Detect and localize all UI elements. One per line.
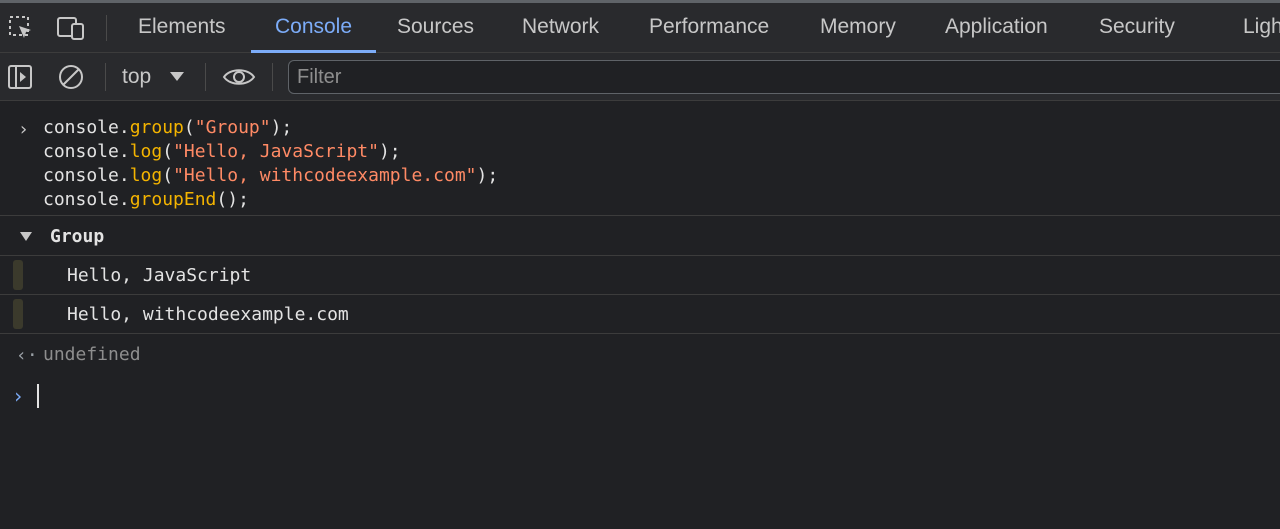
eye-icon[interactable] (222, 62, 256, 92)
tab-console[interactable]: Console (251, 3, 376, 53)
device-toolbar-icon[interactable] (56, 13, 86, 43)
text-caret (37, 384, 39, 408)
inspect-element-icon[interactable] (6, 13, 36, 43)
tab-elements[interactable]: Elements (126, 3, 238, 53)
filter-input[interactable] (288, 60, 1280, 94)
log-text: Hello, JavaScript (67, 265, 252, 286)
toolbar-separator (105, 63, 106, 91)
console-input-entry: › console.group("Group"); console.log("H… (0, 113, 1280, 216)
code-line: console.group("Group"); (43, 117, 293, 138)
code-line: console.groupEnd(); (43, 189, 249, 210)
console-toolbar: top (0, 53, 1280, 101)
tab-security[interactable]: Security (1087, 3, 1187, 53)
tab-network[interactable]: Network (510, 3, 611, 53)
tab-sources[interactable]: Sources (385, 3, 486, 53)
expand-triangle-icon[interactable] (20, 232, 32, 241)
group-indent-marker (13, 299, 23, 329)
log-text: Hello, withcodeexample.com (67, 304, 349, 325)
result-value: undefined (43, 344, 141, 365)
console-prompt[interactable]: › (0, 380, 1280, 414)
clear-console-icon[interactable] (56, 62, 86, 92)
chevron-right-icon: › (18, 119, 29, 140)
tabbar-separator (106, 15, 107, 41)
tab-performance[interactable]: Performance (637, 3, 781, 53)
tab-lighthouse[interactable]: Ligh (1231, 3, 1280, 53)
toolbar-separator (272, 63, 273, 91)
prompt-chevron-icon: › (12, 384, 25, 408)
return-arrow-icon: ‹· (16, 345, 38, 366)
devtools-tabbar: Elements Console Sources Network Perform… (0, 3, 1280, 53)
chevron-down-icon[interactable] (170, 72, 184, 81)
group-label: Group (50, 226, 105, 247)
toolbar-separator (205, 63, 206, 91)
tab-memory[interactable]: Memory (808, 3, 908, 53)
code-line: console.log("Hello, withcodeexample.com"… (43, 165, 499, 186)
group-indent-marker (13, 260, 23, 290)
sidebar-toggle-icon[interactable] (5, 62, 35, 92)
console-result: ‹· undefined (0, 337, 1280, 375)
log-message: Hello, withcodeexample.com (0, 295, 1280, 334)
log-message: Hello, JavaScript (0, 256, 1280, 295)
console-group-header[interactable]: Group (0, 217, 1280, 256)
context-selector[interactable]: top (122, 53, 151, 101)
tab-application[interactable]: Application (933, 3, 1060, 53)
code-line: console.log("Hello, JavaScript"); (43, 141, 401, 162)
